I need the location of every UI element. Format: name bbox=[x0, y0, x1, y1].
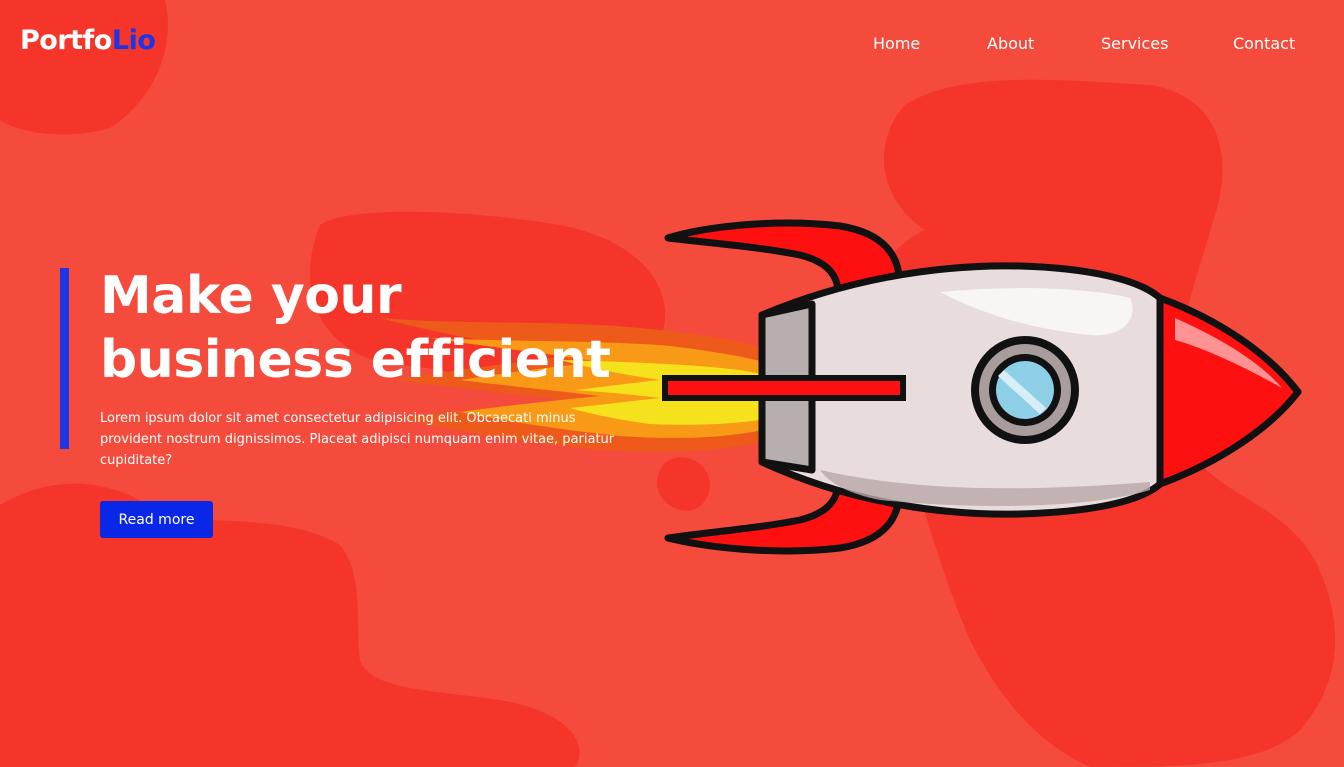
hero-title: Make your business efficient bbox=[100, 264, 611, 392]
rocket-stripe bbox=[662, 375, 906, 401]
read-more-button[interactable]: Read more bbox=[100, 501, 213, 538]
porthole-icon bbox=[971, 336, 1079, 444]
hero-title-line-2: business efficient bbox=[100, 330, 611, 390]
accent-bar bbox=[60, 268, 69, 449]
hero-description: Lorem ipsum dolor sit amet consectetur a… bbox=[100, 411, 615, 468]
hero-title-line-1: Make your bbox=[100, 266, 402, 326]
